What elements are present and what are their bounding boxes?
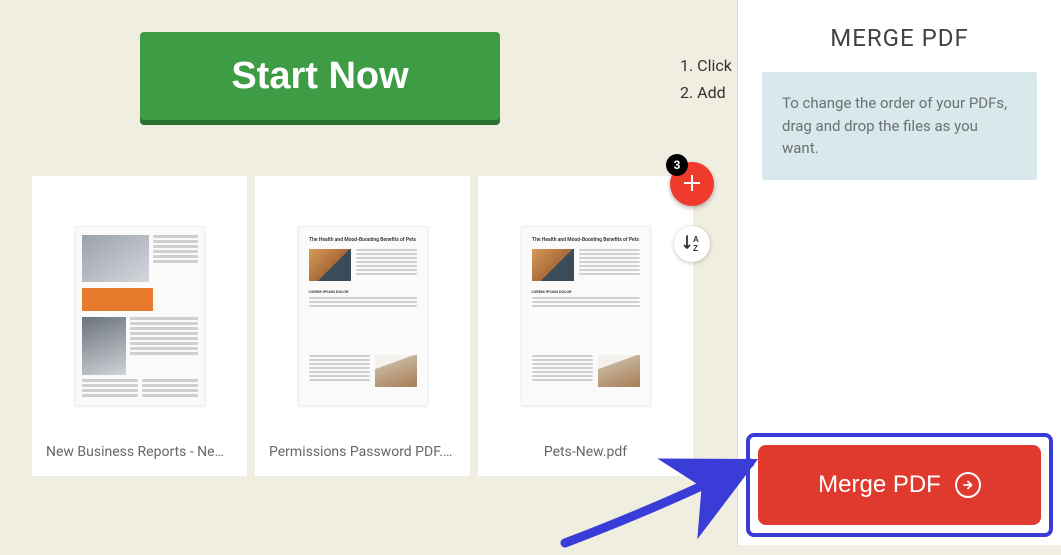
svg-text:Z: Z <box>693 244 698 253</box>
svg-text:A: A <box>693 235 699 244</box>
file-card[interactable]: The Health and Mood-Boosting Benefits of… <box>255 176 470 476</box>
file-label: Pets-New.pdf <box>484 444 687 460</box>
file-card[interactable]: New Business Reports - New F… <box>32 176 247 476</box>
tip-text: To change the order of your PDFs, drag a… <box>782 94 1007 157</box>
arrow-right-circle-icon <box>955 472 981 498</box>
sort-alpha-icon: A Z <box>682 233 702 256</box>
tip-box: To change the order of your PDFs, drag a… <box>762 72 1037 180</box>
file-label: Permissions Password PDF.pdf <box>261 444 464 460</box>
file-label: New Business Reports - New F… <box>38 444 241 460</box>
instruction-item: 1. Click <box>680 56 732 75</box>
sidebar-title: MERGE PDF <box>738 24 1061 52</box>
plus-icon <box>682 170 702 198</box>
thumb-title: The Health and Mood-Boosting Benefits of… <box>532 237 639 243</box>
instruction-list: 1. Click 2. Add <box>680 56 732 110</box>
main-area: Start Now 1. Click 2. Add <box>0 0 737 545</box>
merge-button-label: Merge PDF <box>818 471 941 499</box>
file-card[interactable]: The Health and Mood-Boosting Benefits of… <box>478 176 693 476</box>
add-file-button[interactable]: 3 <box>670 162 714 206</box>
file-count-badge: 3 <box>666 154 688 176</box>
merge-button-highlight: Merge PDF <box>746 433 1053 537</box>
start-now-button[interactable]: Start Now <box>140 32 500 120</box>
float-controls: 3 A Z <box>670 162 714 262</box>
thumb-title: The Health and Mood-Boosting Benefits of… <box>309 237 416 243</box>
file-thumbnail: The Health and Mood-Boosting Benefits of… <box>298 226 428 406</box>
merge-pdf-button[interactable]: Merge PDF <box>758 445 1041 525</box>
sort-alpha-button[interactable]: A Z <box>674 226 710 262</box>
instruction-item: 2. Add <box>680 83 732 102</box>
file-thumbnail: The Health and Mood-Boosting Benefits of… <box>521 226 651 406</box>
start-now-label: Start Now <box>231 55 408 97</box>
file-grid: New Business Reports - New F… The Health… <box>32 176 693 476</box>
file-thumbnail <box>75 226 205 406</box>
sidebar: MERGE PDF To change the order of your PD… <box>737 0 1061 545</box>
